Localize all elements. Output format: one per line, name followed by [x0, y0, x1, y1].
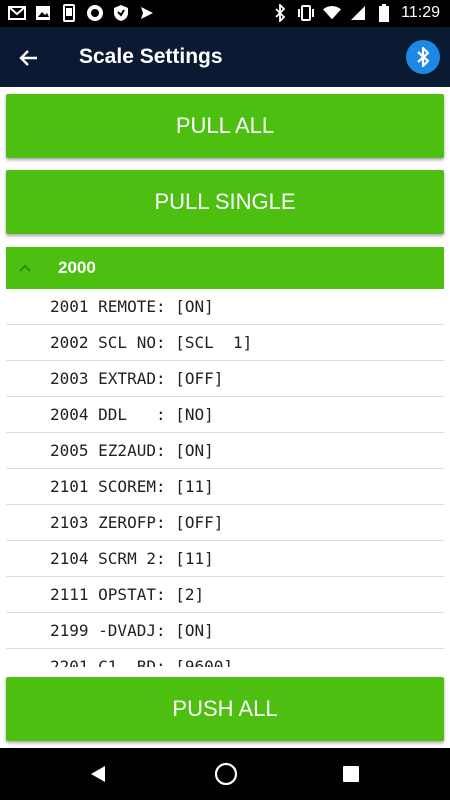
list-item[interactable]: 2001 REMOTE: [ON] [6, 289, 444, 325]
group-header-2000[interactable]: 2000 [6, 247, 444, 289]
navigation-bar [0, 748, 450, 800]
vibrate-icon [297, 4, 315, 22]
push-all-button[interactable]: PUSH ALL [6, 677, 444, 741]
status-bar: 11:29 [0, 0, 450, 27]
pull-single-button[interactable]: PULL SINGLE [6, 170, 444, 234]
page-title: Scale Settings [79, 45, 223, 68]
list-item[interactable]: 2003 EXTRAD: [OFF] [6, 361, 444, 397]
image-icon [34, 4, 52, 22]
signal-icon [349, 4, 367, 22]
list-item[interactable]: 2103 ZEROFP: [OFF] [6, 505, 444, 541]
battery-icon [375, 4, 393, 22]
phone-icon [60, 4, 78, 22]
bluetooth-status-icon [271, 4, 289, 22]
back-button[interactable] [14, 43, 44, 73]
circle-icon [86, 4, 104, 22]
list-item[interactable]: 2104 SCRM 2: [11] [6, 541, 444, 577]
gmail-icon [8, 4, 26, 22]
nav-home-icon[interactable] [214, 762, 238, 786]
arrow-back-icon [19, 50, 37, 66]
bluetooth-icon [417, 46, 430, 68]
app-bar: Scale Settings [0, 27, 450, 87]
chevron-up-icon [19, 264, 31, 272]
list-item[interactable]: 2201 C1 BD: [9600] [6, 649, 444, 667]
list-item[interactable]: 2111 OPSTAT: [2] [6, 577, 444, 613]
notification-icons [8, 4, 156, 22]
nav-back-icon[interactable] [88, 764, 108, 784]
bluetooth-button[interactable] [406, 40, 440, 74]
send-icon [138, 4, 156, 22]
pull-all-button[interactable]: PULL ALL [6, 94, 444, 158]
list-item[interactable]: 2004 DDL : [NO] [6, 397, 444, 433]
wifi-icon [323, 4, 342, 22]
list-item[interactable]: 2101 SCOREM: [11] [6, 469, 444, 505]
nav-recent-apps-icon[interactable] [342, 765, 360, 783]
shield-icon [112, 4, 130, 22]
list-item[interactable]: 2002 SCL NO: [SCL 1] [6, 325, 444, 361]
group-label: 2000 [58, 258, 96, 277]
settings-list[interactable]: 2001 REMOTE: [ON] 2002 SCL NO: [SCL 1] 2… [6, 289, 444, 667]
list-item[interactable]: 2005 EZ2AUD: [ON] [6, 433, 444, 469]
list-item[interactable]: 2199 -DVADJ: [ON] [6, 613, 444, 649]
status-clock: 11:29 [401, 4, 440, 21]
